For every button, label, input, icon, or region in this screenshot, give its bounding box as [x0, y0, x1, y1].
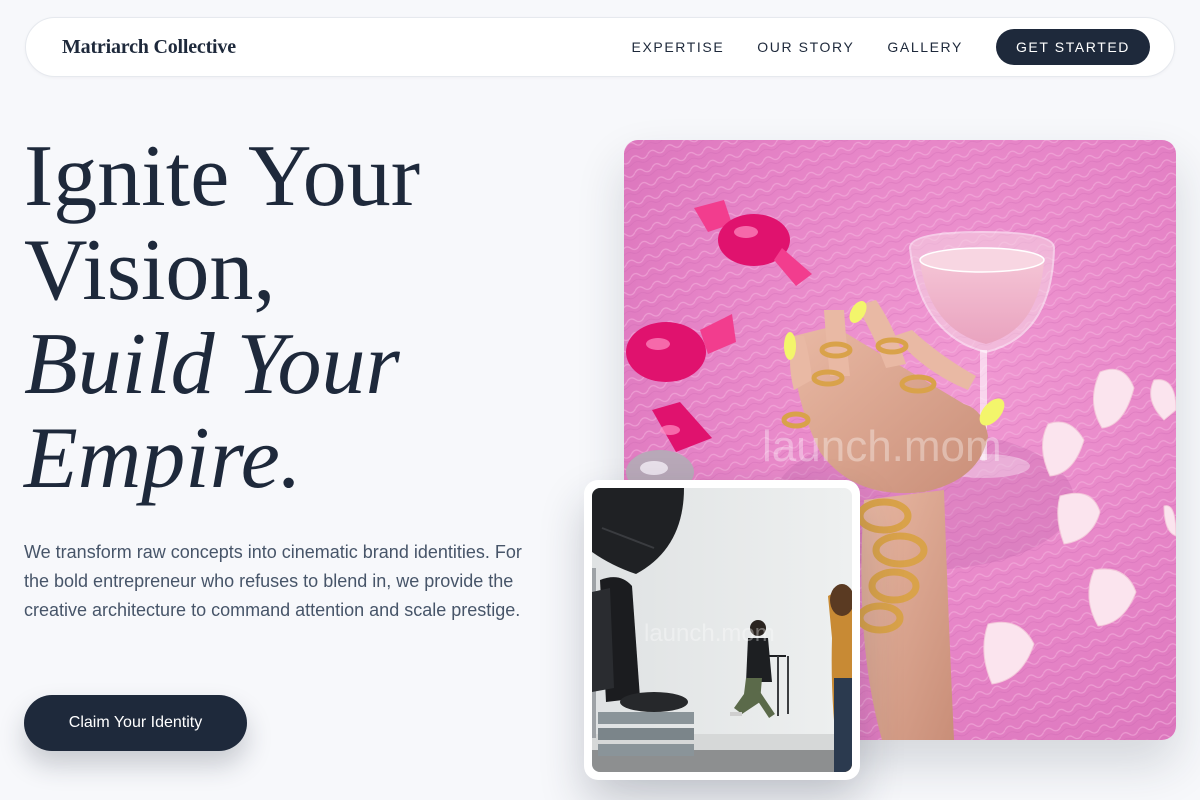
headline-line-4: Empire.: [24, 410, 302, 507]
hero-subcopy: We transform raw concepts into cinematic…: [24, 542, 522, 620]
headline-line-2: Vision,: [24, 222, 276, 319]
headline-line-3: Build Your: [24, 316, 400, 413]
inset-image-studio: launch.mom: [592, 488, 852, 772]
nav-link-our-story[interactable]: OUR STORY: [757, 39, 854, 55]
navbar: Matriarch Collective EXPERTISE OUR STORY…: [25, 17, 1175, 77]
nav-link-expertise[interactable]: EXPERTISE: [632, 39, 725, 55]
headline-line-1: Ignite Your: [24, 128, 421, 225]
get-started-button[interactable]: GET STARTED: [995, 29, 1150, 65]
nav-link-gallery[interactable]: GALLERY: [887, 39, 963, 55]
brand-logo[interactable]: Matriarch Collective: [62, 36, 236, 59]
inset-image-frame: launch.mom: [584, 480, 860, 780]
claim-identity-button[interactable]: Claim Your Identity: [24, 695, 247, 751]
nav-links: EXPERTISE OUR STORY GALLERY: [632, 39, 963, 55]
hero-headline: Ignite Your Vision, Build Your Empire.: [24, 130, 420, 506]
